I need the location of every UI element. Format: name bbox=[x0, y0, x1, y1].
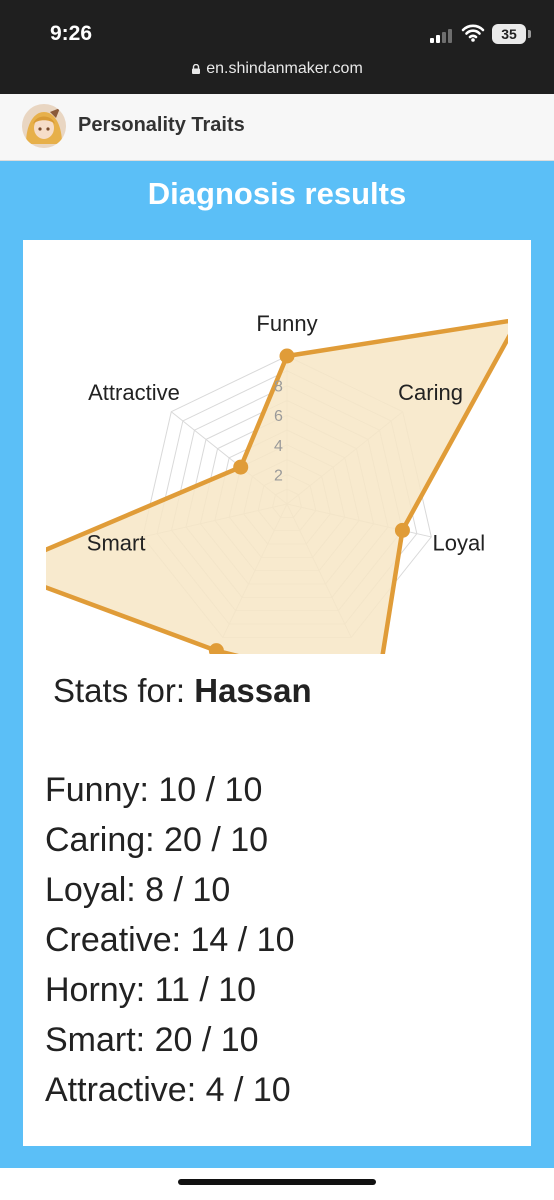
tick-label: 6 bbox=[274, 408, 283, 425]
stat-horny: Horny: 11 / 10 bbox=[45, 971, 257, 1009]
data-point-funny bbox=[279, 348, 295, 364]
stat-caring: Caring: 20 / 10 bbox=[45, 821, 269, 859]
address-bar[interactable]: en.shindanmaker.com bbox=[0, 60, 554, 78]
home-indicator[interactable] bbox=[178, 1179, 376, 1185]
axis-label-horny: Horny bbox=[183, 651, 242, 654]
battery-icon: 35 bbox=[492, 24, 526, 44]
clock-time: 9:26 bbox=[50, 22, 93, 45]
tick-label: 2 bbox=[274, 467, 283, 484]
radar-chart: 2 4 6 8 Funny Caring Loyal Creative Horny Smart At… bbox=[46, 260, 508, 654]
battery-tip bbox=[528, 30, 531, 38]
axis-label-attractive: Attractive bbox=[88, 380, 180, 405]
results-card: 2 4 6 8 Funny Caring Loyal Creative Horny Smart At… bbox=[23, 240, 531, 1146]
results-heading: Diagnosis results bbox=[147, 176, 407, 211]
radar-chart-svg: 2 4 6 8 Funny Caring Loyal Creative Horny Smart At… bbox=[46, 311, 508, 654]
stat-creative: Creative: 14 / 10 bbox=[45, 921, 295, 959]
avatar-image bbox=[22, 104, 66, 148]
axis-label-creative: Creative bbox=[336, 651, 418, 654]
status-bar: 9:26 35 en.shindanmaker.com bbox=[0, 0, 554, 94]
data-point-attractive bbox=[233, 459, 249, 475]
axis-label-caring: Caring bbox=[398, 380, 463, 405]
stats-for-heading: Stats for: Hassan bbox=[53, 672, 312, 710]
stats-prefix: Stats for: bbox=[53, 672, 186, 709]
cellular-signal-icon bbox=[430, 27, 456, 43]
site-header: Personality Traits bbox=[0, 94, 554, 161]
stat-loyal: Loyal: 8 / 10 bbox=[45, 871, 231, 909]
url-text: en.shindanmaker.com bbox=[206, 60, 363, 77]
stat-attractive: Attractive: 4 / 10 bbox=[45, 1071, 291, 1109]
series-area bbox=[46, 318, 508, 654]
axis-label-loyal: Loyal bbox=[433, 531, 486, 556]
tick-label: 8 bbox=[274, 379, 283, 396]
site-title[interactable]: Personality Traits bbox=[78, 114, 245, 137]
lock-icon bbox=[192, 64, 201, 74]
subject-name: Hassan bbox=[194, 672, 312, 709]
stats-list: Funny: 10 / 10 Caring: 20 / 10 Loyal: 8 … bbox=[45, 770, 294, 1120]
axis-label-funny: Funny bbox=[256, 311, 317, 336]
tick-label: 4 bbox=[274, 438, 283, 455]
stat-funny: Funny: 10 / 10 bbox=[45, 771, 263, 809]
axis-label-smart: Smart bbox=[87, 531, 146, 556]
wifi-icon bbox=[461, 24, 485, 42]
avatar[interactable] bbox=[22, 104, 66, 148]
data-point-loyal bbox=[394, 522, 410, 538]
stat-smart: Smart: 20 / 10 bbox=[45, 1021, 259, 1059]
